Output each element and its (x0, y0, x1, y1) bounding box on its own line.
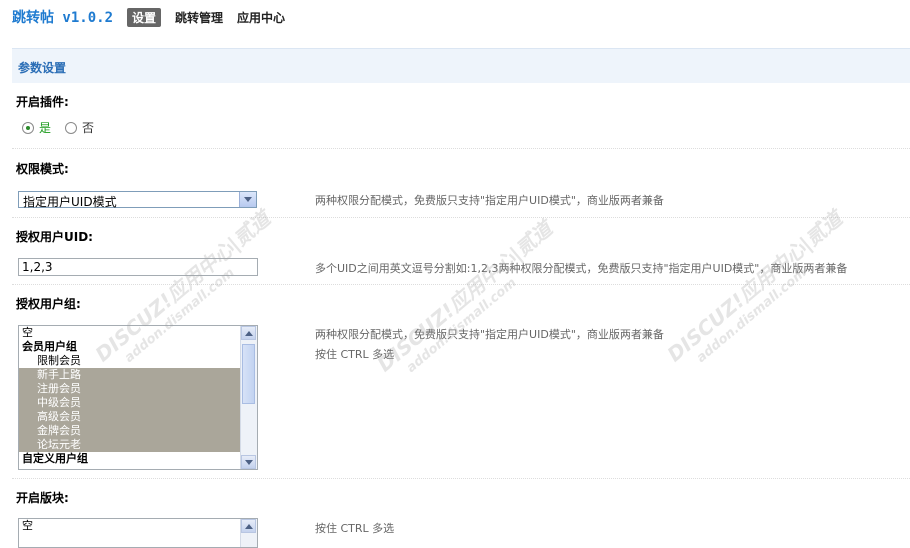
watermark: DISCUZ!应用中心|贰道 addon.dismall.com (662, 206, 847, 367)
auth-groups-label: 授权用户组: (16, 297, 81, 311)
radio-yes[interactable] (22, 121, 34, 134)
auth-uid-input[interactable] (18, 258, 258, 276)
radio-no[interactable] (65, 121, 78, 134)
enable-forums-hint: 按住 CTRL 多选 (315, 522, 395, 535)
enable-forums-label: 开启版块: (16, 491, 69, 505)
scroll-up-icon[interactable] (241, 326, 256, 340)
permission-mode-label: 权限模式: (16, 162, 69, 176)
divider (12, 148, 910, 149)
list-item-selected[interactable]: 高级会员 (19, 410, 241, 424)
radio-no-label[interactable]: 否 (82, 119, 94, 136)
tab-settings[interactable]: 设置 (127, 7, 162, 27)
permission-mode-select[interactable]: 指定用户UID模式 (18, 191, 257, 209)
tab-app-center[interactable]: 应用中心 (237, 9, 285, 26)
scroll-up-icon[interactable] (241, 519, 256, 533)
plugin-enable-radio-group: 是 否 (22, 119, 94, 136)
list-item-selected[interactable]: 中级会员 (19, 396, 241, 410)
divider (12, 284, 910, 285)
radio-yes-label[interactable]: 是 (39, 119, 51, 136)
list-item-selected[interactable]: 注册会员 (19, 382, 241, 396)
list-item[interactable]: 限制会员 (19, 354, 241, 368)
auth-groups-listbox[interactable]: 空 会员用户组 限制会员 新手上路 注册会员 中级会员 高级会员 金牌会员 论坛… (18, 325, 258, 470)
scrollbar[interactable] (240, 519, 257, 547)
list-item-selected[interactable]: 新手上路 (19, 368, 241, 382)
list-group-header: 自定义用户组 (22, 452, 88, 465)
auth-uid-label: 授权用户UID: (16, 230, 93, 244)
header: 跳转帖 v1.0.2 设置 跳转管理 应用中心 (12, 6, 299, 28)
list-item-selected[interactable]: 金牌会员 (19, 424, 241, 438)
list-item[interactable]: 空 (19, 326, 241, 340)
auth-uid-hint: 多个UID之间用英文逗号分割如:1,2,3两种权限分配模式，免费版只支持"指定用… (315, 262, 848, 275)
list-group-header: 会员用户组 (22, 340, 77, 353)
divider (12, 217, 910, 218)
chevron-down-icon[interactable] (239, 192, 256, 207)
plugin-enable-label: 开启插件: (16, 95, 69, 109)
watermark: DISCUZ!应用中心|贰道 addon.dismall.com (372, 216, 557, 377)
scroll-thumb[interactable] (242, 344, 255, 404)
tab-redirect-management[interactable]: 跳转管理 (175, 9, 223, 26)
enable-forums-listbox[interactable]: 空 (18, 518, 258, 548)
auth-groups-hint: 两种权限分配模式，免费版只支持"指定用户UID模式"，商业版两者兼备 (315, 328, 664, 341)
scrollbar[interactable] (240, 326, 257, 469)
auth-groups-ctrl-hint: 按住 CTRL 多选 (315, 348, 395, 361)
section-title: 参数设置 (18, 61, 67, 75)
divider (12, 478, 910, 479)
app-title: 跳转帖 v1.0.2 (12, 10, 114, 26)
section-header: 参数设置 (12, 48, 910, 83)
scroll-down-icon[interactable] (241, 455, 256, 469)
permission-mode-hint: 两种权限分配模式，免费版只支持"指定用户UID模式"，商业版两者兼备 (315, 194, 664, 207)
permission-mode-value: 指定用户UID模式 (23, 195, 117, 209)
list-item[interactable]: 空 (19, 519, 241, 533)
list-item-selected[interactable]: 论坛元老 (19, 438, 241, 452)
